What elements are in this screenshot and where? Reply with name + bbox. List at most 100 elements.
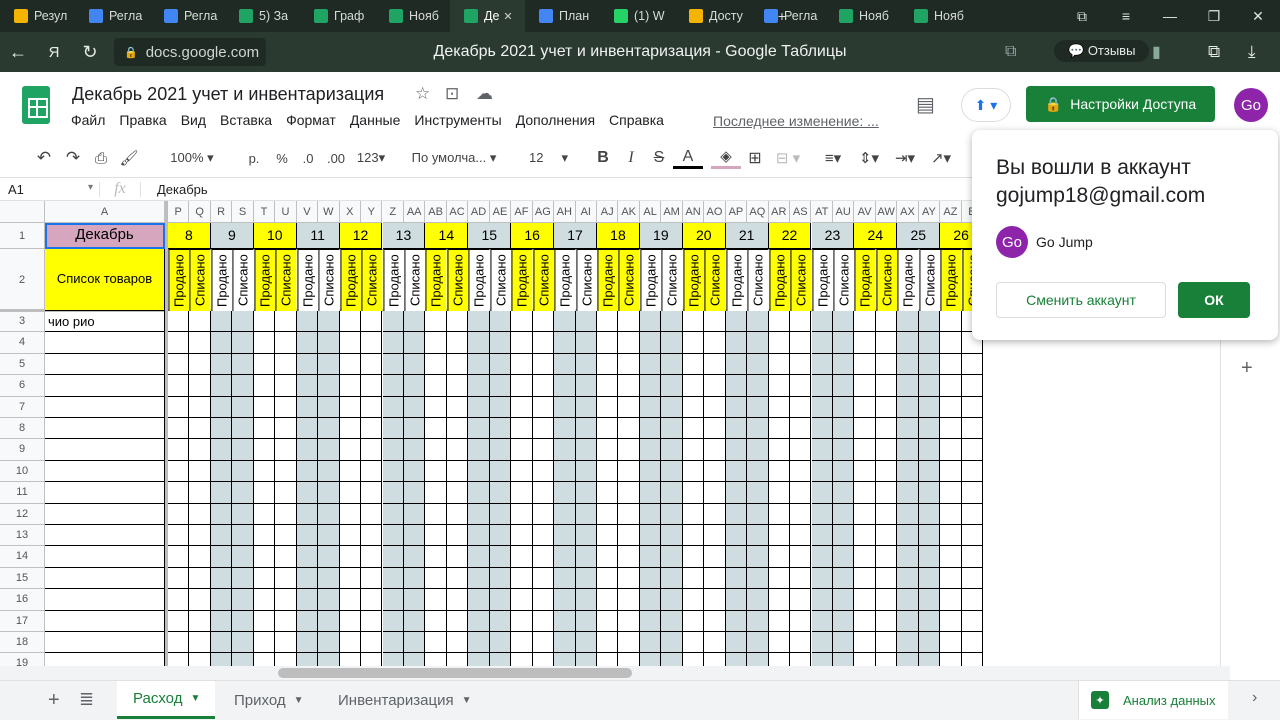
data-cell[interactable] — [661, 525, 683, 547]
data-cell[interactable] — [768, 482, 791, 504]
data-cell[interactable] — [639, 610, 662, 632]
data-cell[interactable] — [532, 439, 555, 461]
data-cell[interactable] — [661, 418, 683, 440]
name-box[interactable]: A1 ▾ — [0, 181, 100, 197]
reviews-button[interactable]: 💬 Отзывы — [1054, 40, 1150, 62]
data-cell[interactable] — [618, 353, 640, 376]
data-cell[interactable] — [168, 353, 190, 376]
cell-a[interactable] — [45, 610, 165, 632]
cell-a[interactable] — [45, 589, 165, 611]
data-cell[interactable] — [382, 353, 404, 376]
data-cell[interactable] — [296, 525, 319, 547]
data-cell[interactable] — [725, 482, 748, 504]
data-cell[interactable] — [875, 396, 898, 418]
browser-tab[interactable]: Досту — [675, 0, 750, 32]
scrollbar-thumb[interactable] — [278, 668, 632, 678]
data-cell[interactable] — [318, 439, 340, 461]
data-cell[interactable] — [361, 589, 383, 611]
data-cell[interactable] — [275, 353, 297, 376]
data-cell[interactable] — [575, 396, 597, 418]
data-cell[interactable] — [768, 418, 791, 440]
data-cell[interactable] — [489, 503, 512, 525]
data-cell[interactable] — [489, 525, 512, 547]
data-cell[interactable] — [361, 460, 383, 483]
data-cell[interactable] — [275, 396, 297, 418]
column-header[interactable]: AH — [554, 201, 576, 223]
sold-label-cell[interactable]: Продано — [468, 249, 490, 311]
ok-button[interactable]: ОК — [1178, 282, 1250, 318]
data-cell[interactable] — [832, 610, 855, 632]
data-cell[interactable] — [425, 525, 447, 547]
data-cell[interactable] — [961, 567, 984, 590]
data-cell[interactable] — [382, 589, 404, 611]
data-cell[interactable] — [832, 482, 855, 504]
data-cell[interactable] — [232, 653, 254, 666]
share-button[interactable]: 🔒 Настройки Доступа — [1026, 86, 1215, 122]
data-cell[interactable] — [682, 482, 705, 504]
text-color-button[interactable]: A — [673, 148, 703, 169]
data-cell[interactable] — [940, 482, 962, 504]
data-cell[interactable] — [296, 311, 319, 333]
url-field[interactable]: 🔒 docs.google.com — [114, 38, 266, 66]
data-cell[interactable] — [425, 610, 447, 632]
data-cell[interactable] — [897, 439, 919, 461]
data-cell[interactable] — [768, 396, 791, 418]
column-header[interactable]: P — [168, 201, 190, 223]
data-cell[interactable] — [532, 460, 555, 483]
data-cell[interactable] — [918, 482, 941, 504]
data-cell[interactable] — [554, 375, 576, 397]
data-cell[interactable] — [597, 589, 619, 611]
data-cell[interactable] — [875, 460, 898, 483]
data-cell[interactable] — [918, 353, 941, 376]
data-cell[interactable] — [618, 653, 640, 666]
data-cell[interactable] — [189, 589, 211, 611]
data-cell[interactable] — [361, 375, 383, 397]
text-wrap-icon[interactable]: ⇥▾ — [887, 149, 923, 167]
data-cell[interactable] — [339, 567, 362, 590]
data-cell[interactable] — [361, 353, 383, 376]
data-cell[interactable] — [832, 460, 855, 483]
data-cell[interactable] — [189, 460, 211, 483]
data-cell[interactable] — [554, 439, 576, 461]
data-cell[interactable] — [403, 353, 426, 376]
last-edit-link[interactable]: Последнее изменение: ... — [713, 113, 879, 129]
day-header-cell[interactable]: 24 — [854, 223, 898, 249]
cell-a[interactable] — [45, 418, 165, 440]
vertical-align-icon[interactable]: ⇕▾ — [851, 149, 887, 167]
data-cell[interactable] — [661, 396, 683, 418]
data-cell[interactable] — [639, 353, 662, 376]
data-cell[interactable] — [425, 546, 447, 568]
data-cell[interactable] — [489, 396, 512, 418]
sold-label-cell[interactable]: Продано — [768, 249, 791, 311]
data-cell[interactable] — [832, 311, 855, 333]
data-cell[interactable] — [232, 439, 254, 461]
data-cell[interactable] — [790, 375, 812, 397]
minimize-button[interactable]: — — [1148, 8, 1192, 24]
data-cell[interactable] — [339, 503, 362, 525]
data-cell[interactable] — [725, 503, 748, 525]
data-cell[interactable] — [168, 396, 190, 418]
data-cell[interactable] — [296, 503, 319, 525]
data-cell[interactable] — [725, 546, 748, 568]
data-cell[interactable] — [961, 589, 984, 611]
data-cell[interactable] — [318, 525, 340, 547]
row-header[interactable]: 1 — [0, 223, 45, 249]
data-cell[interactable] — [210, 567, 233, 590]
sold-label-cell[interactable]: Продано — [682, 249, 705, 311]
data-cell[interactable] — [468, 567, 490, 590]
data-cell[interactable] — [575, 546, 597, 568]
data-cell[interactable] — [446, 460, 469, 483]
data-cell[interactable] — [468, 439, 490, 461]
font-size-select[interactable]: 12 ▾ — [517, 150, 577, 166]
data-cell[interactable] — [854, 546, 876, 568]
data-cell[interactable] — [575, 353, 597, 376]
data-cell[interactable] — [854, 567, 876, 590]
column-header[interactable]: U — [275, 201, 297, 223]
data-cell[interactable] — [597, 482, 619, 504]
data-cell[interactable] — [339, 610, 362, 632]
data-cell[interactable] — [747, 546, 769, 568]
data-cell[interactable] — [704, 503, 726, 525]
data-cell[interactable] — [275, 332, 297, 354]
cell-a3[interactable]: чио рио — [45, 311, 165, 333]
chevron-down-icon[interactable]: ▼ — [294, 695, 304, 706]
